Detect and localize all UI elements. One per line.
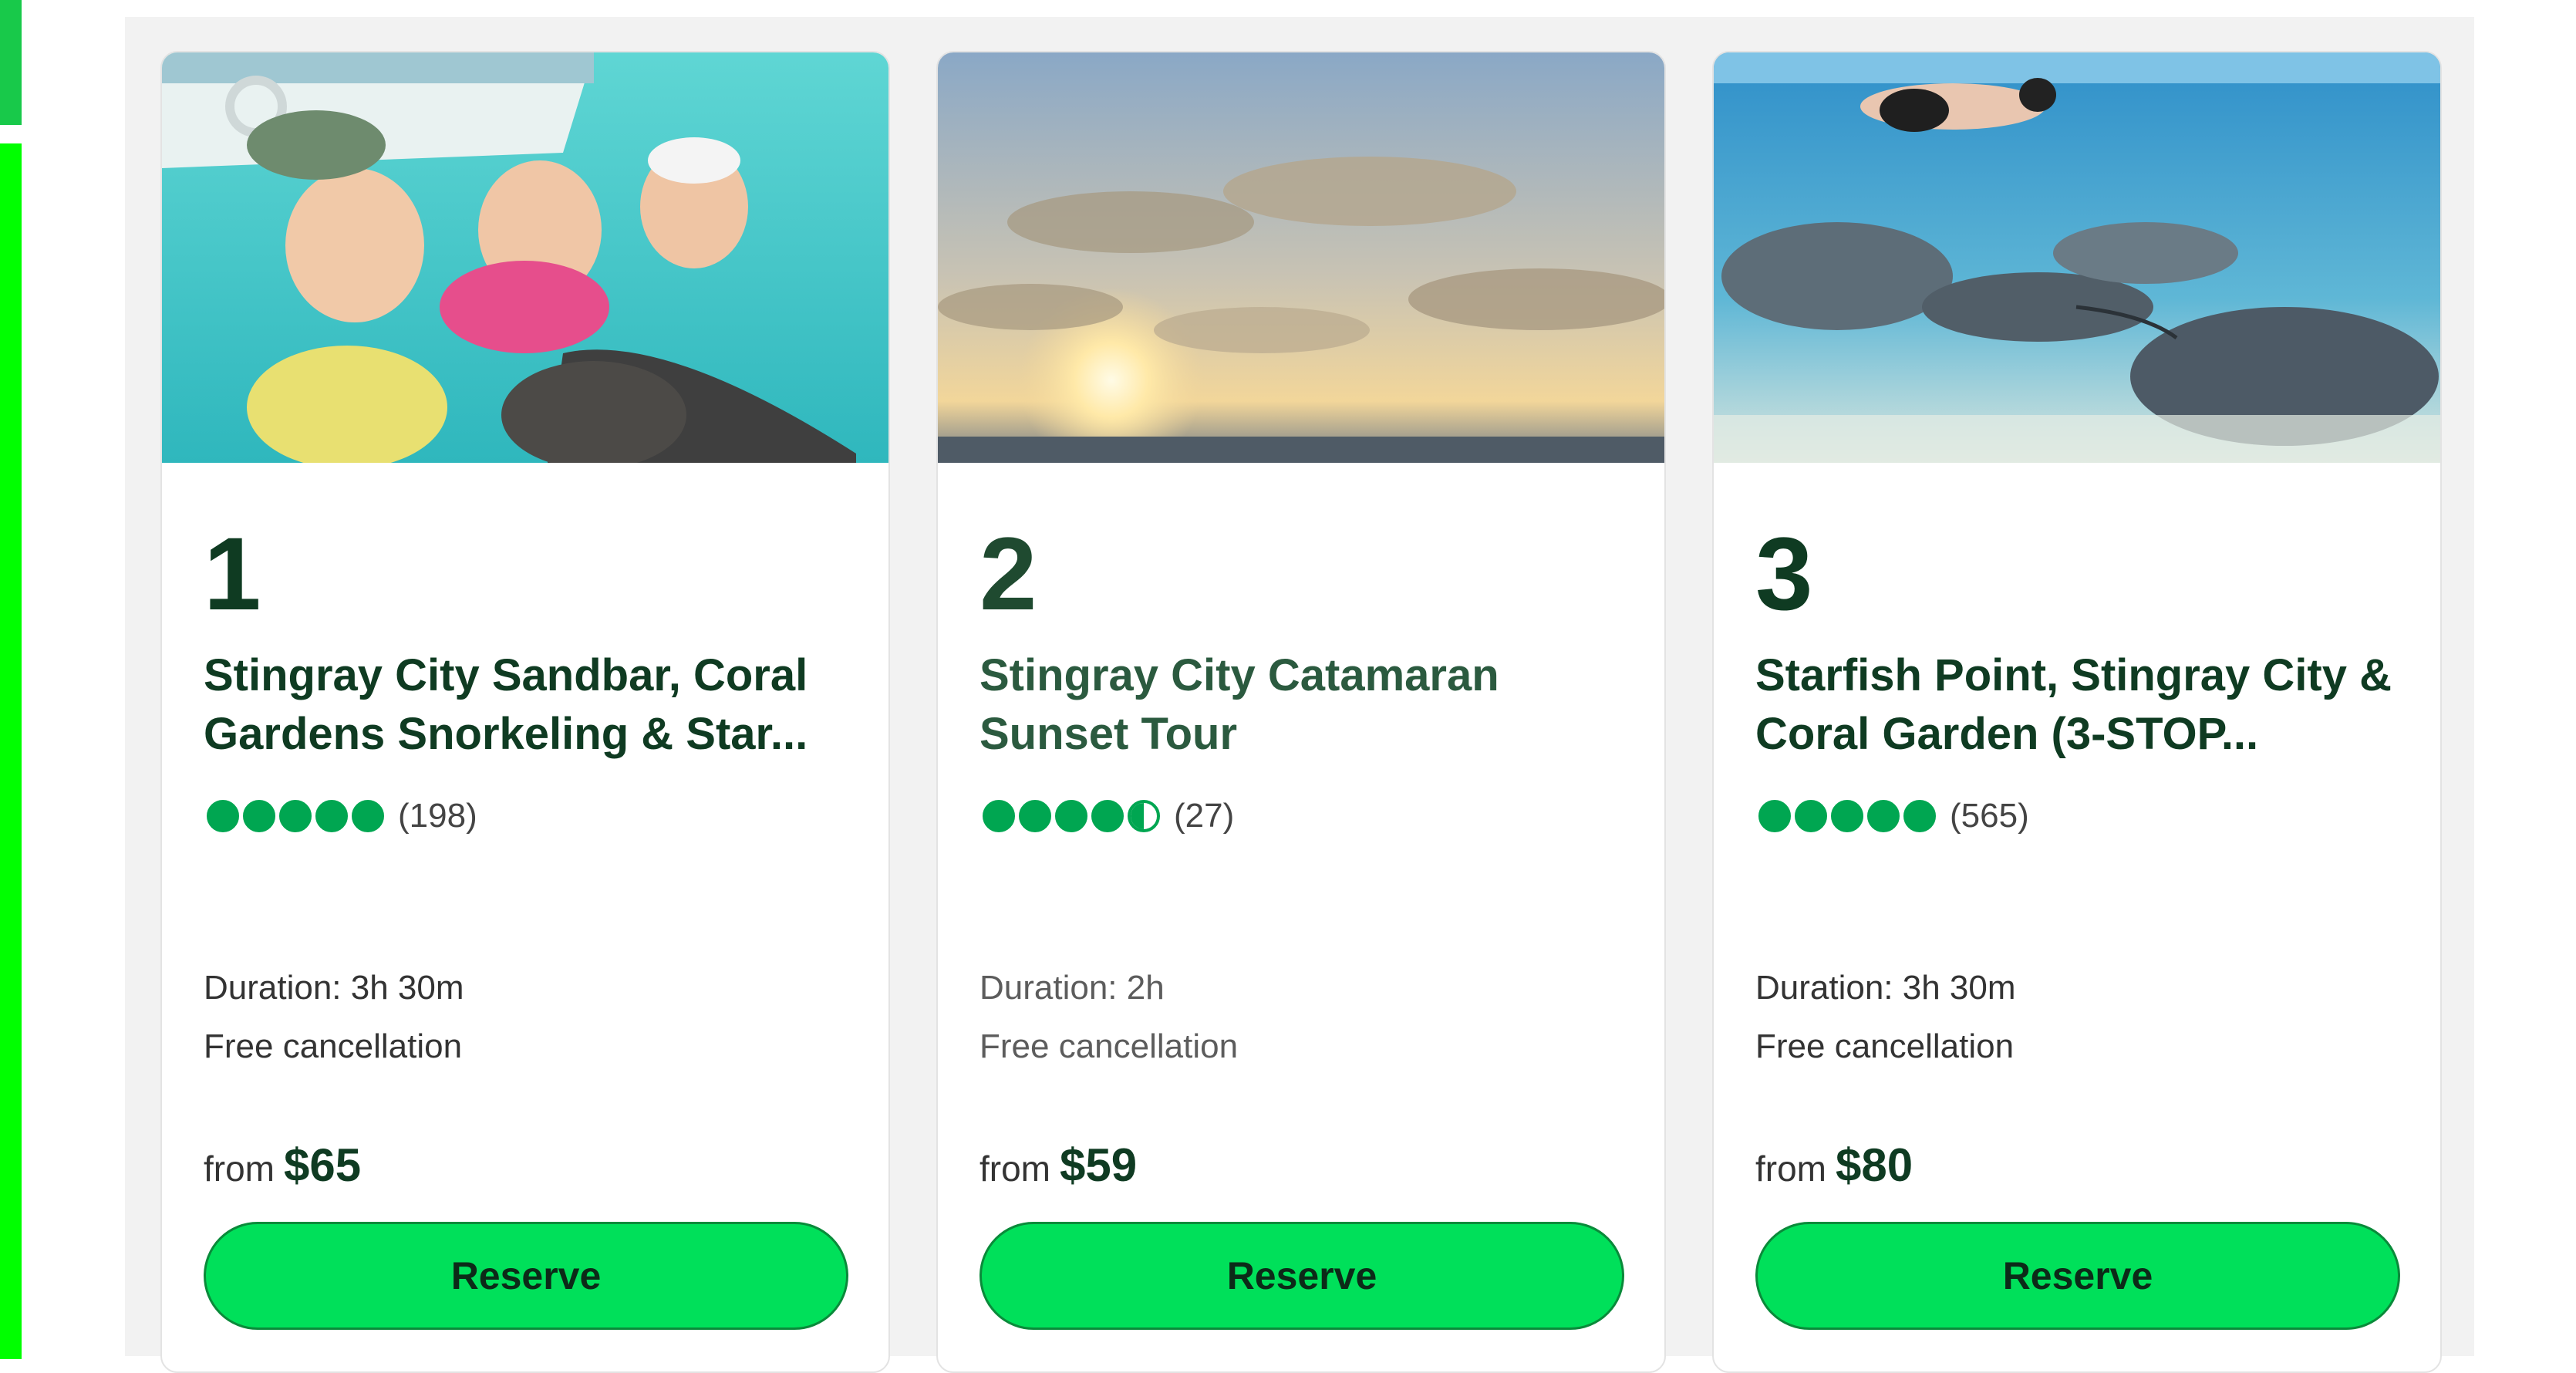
tour-title[interactable]: Stingray City Catamaran Sunset Tour	[979, 646, 1643, 764]
reserve-button[interactable]: Reserve	[1755, 1222, 2400, 1330]
rating-bubble-full-icon	[1903, 800, 1936, 832]
price-prefix: from	[204, 1149, 275, 1189]
rating-bubble-full-icon	[1091, 800, 1124, 832]
reserve-button[interactable]: Reserve	[979, 1222, 1624, 1330]
rating-bubble-full-icon	[1758, 800, 1791, 832]
side-accent-bar-bottom	[0, 143, 22, 1359]
rating-row: (198)	[207, 797, 477, 835]
price-amount: $80	[1836, 1139, 1913, 1191]
rating-bubbles	[1758, 800, 1936, 832]
rank-number: 2	[979, 517, 1037, 632]
tour-photo-sunset[interactable]	[938, 52, 1664, 463]
tour-photo-stingray-snorkelers[interactable]	[162, 52, 888, 463]
price-amount: $65	[284, 1139, 362, 1191]
rating-bubbles	[983, 800, 1160, 832]
price-row: from $65	[204, 1139, 361, 1192]
rank-number: 3	[1755, 517, 1813, 632]
rating-bubble-half-icon	[1128, 800, 1160, 832]
cancellation-text: Free cancellation	[204, 1027, 463, 1065]
rating-bubble-full-icon	[207, 800, 239, 832]
review-count[interactable]: (27)	[1174, 797, 1234, 835]
tour-card[interactable]: 1 Stingray City Sandbar, Coral Gardens S…	[160, 51, 890, 1373]
price-amount: $59	[1060, 1139, 1138, 1191]
cancellation-text: Free cancellation	[1755, 1027, 2015, 1065]
rating-bubble-full-icon	[983, 800, 1015, 832]
review-count[interactable]: (565)	[1950, 797, 2029, 835]
price-row: from $80	[1755, 1139, 1913, 1192]
duration-text: Duration: 2h	[979, 969, 1165, 1007]
tour-photo-underwater-stingrays[interactable]	[1714, 52, 2440, 463]
rating-bubble-full-icon	[279, 800, 312, 832]
rating-bubbles	[207, 800, 384, 832]
tour-card[interactable]: 2 Stingray City Catamaran Sunset Tour (2…	[936, 51, 1666, 1373]
rating-bubble-full-icon	[243, 800, 275, 832]
review-count[interactable]: (198)	[398, 797, 477, 835]
price-prefix: from	[1755, 1149, 1826, 1189]
reserve-button[interactable]: Reserve	[204, 1222, 848, 1330]
cancellation-text: Free cancellation	[979, 1027, 1239, 1065]
rating-bubble-full-icon	[315, 800, 348, 832]
price-prefix: from	[979, 1149, 1050, 1189]
rating-bubble-full-icon	[1831, 800, 1863, 832]
tour-title[interactable]: Starfish Point, Stingray City & Coral Ga…	[1755, 646, 2419, 764]
tour-title[interactable]: Stingray City Sandbar, Coral Gardens Sno…	[204, 646, 867, 764]
rating-bubble-full-icon	[1795, 800, 1827, 832]
duration-text: Duration: 3h 30m	[204, 969, 464, 1007]
rating-row: (27)	[983, 797, 1234, 835]
tour-cards-panel: 1 Stingray City Sandbar, Coral Gardens S…	[125, 17, 2474, 1373]
side-accent-bar-top	[0, 0, 22, 125]
rating-bubble-full-icon	[352, 800, 384, 832]
duration-text: Duration: 3h 30m	[1755, 969, 2016, 1007]
rank-number: 1	[204, 517, 261, 632]
rating-row: (565)	[1758, 797, 2029, 835]
tour-card[interactable]: 3 Starfish Point, Stingray City & Coral …	[1712, 51, 2442, 1373]
rating-bubble-full-icon	[1867, 800, 1900, 832]
rating-bubble-full-icon	[1055, 800, 1087, 832]
rating-bubble-full-icon	[1019, 800, 1051, 832]
price-row: from $59	[979, 1139, 1137, 1192]
